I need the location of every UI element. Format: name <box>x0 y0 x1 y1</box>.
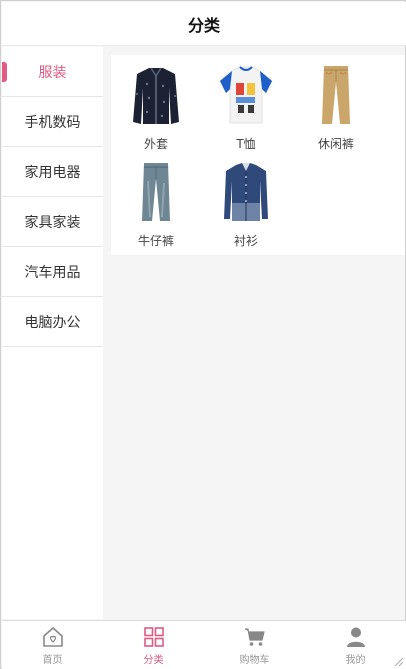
sidebar-item-label: 手机数码 <box>24 114 81 131</box>
resize-grip-icon[interactable] <box>393 656 403 666</box>
sidebar-item-computer[interactable]: 电脑办公 <box>2 297 103 347</box>
app-frame: 分类 服装 手机数码 家用电器 家具家装 汽车用品 电脑办公 外套 T恤 休闲裤… <box>0 0 406 669</box>
product-item-shirt[interactable]: 衬衫 <box>201 160 291 257</box>
cart-icon <box>244 627 265 646</box>
bottom-tab-bar: 首页 分类 购物车 我的 <box>2 620 406 669</box>
product-grid: 外套 T恤 休闲裤 牛仔裤 衬衫 <box>111 55 405 257</box>
product-label: 衬衫 <box>233 234 258 248</box>
product-label: 休闲裤 <box>317 137 354 151</box>
tab-profile[interactable]: 我的 <box>305 621 406 669</box>
sidebar-item-appliances[interactable]: 家用电器 <box>2 147 103 197</box>
shirt-icon <box>218 160 274 224</box>
tshirt-icon <box>218 63 274 127</box>
tab-label: 首页 <box>42 654 63 666</box>
sidebar-item-auto[interactable]: 汽车用品 <box>2 247 103 297</box>
khaki-pants-icon <box>308 63 364 127</box>
sidebar-item-clothing[interactable]: 服装 <box>2 47 103 97</box>
sidebar-item-label: 家用电器 <box>24 164 81 181</box>
page-title: 分类 <box>187 15 220 35</box>
sidebar-item-label: 家具家装 <box>24 214 81 231</box>
product-label: 外套 <box>143 137 168 151</box>
active-indicator <box>2 62 7 82</box>
tab-category[interactable]: 分类 <box>103 621 204 669</box>
sidebar-item-label: 服装 <box>38 64 67 81</box>
tab-cart[interactable]: 购物车 <box>204 621 305 669</box>
sidebar-item-digital[interactable]: 手机数码 <box>2 97 103 147</box>
tab-label: 购物车 <box>239 654 270 666</box>
product-item-jeans[interactable]: 牛仔裤 <box>111 160 201 257</box>
home-icon <box>42 626 63 647</box>
category-sidebar: 服装 手机数码 家用电器 家具家装 汽车用品 电脑办公 <box>2 47 103 619</box>
product-item-jacket[interactable]: 外套 <box>111 63 201 160</box>
sidebar-item-label: 汽车用品 <box>24 264 81 281</box>
product-item-khaki-pants[interactable]: 休闲裤 <box>291 63 381 160</box>
jeans-icon <box>128 160 184 224</box>
product-item-tshirt[interactable]: T恤 <box>201 63 291 160</box>
jacket-icon <box>128 63 184 127</box>
product-panel: 外套 T恤 休闲裤 牛仔裤 衬衫 <box>111 55 405 255</box>
product-label: 牛仔裤 <box>137 234 174 248</box>
top-bar: 分类 <box>2 2 406 46</box>
category-grid-icon <box>143 626 164 647</box>
sidebar-item-label: 电脑办公 <box>24 314 81 331</box>
product-label: T恤 <box>236 137 256 151</box>
tab-home[interactable]: 首页 <box>2 621 103 669</box>
tab-label: 我的 <box>345 654 366 666</box>
user-icon <box>346 627 365 647</box>
sidebar-item-furniture[interactable]: 家具家装 <box>2 197 103 247</box>
tab-label: 分类 <box>143 654 164 666</box>
